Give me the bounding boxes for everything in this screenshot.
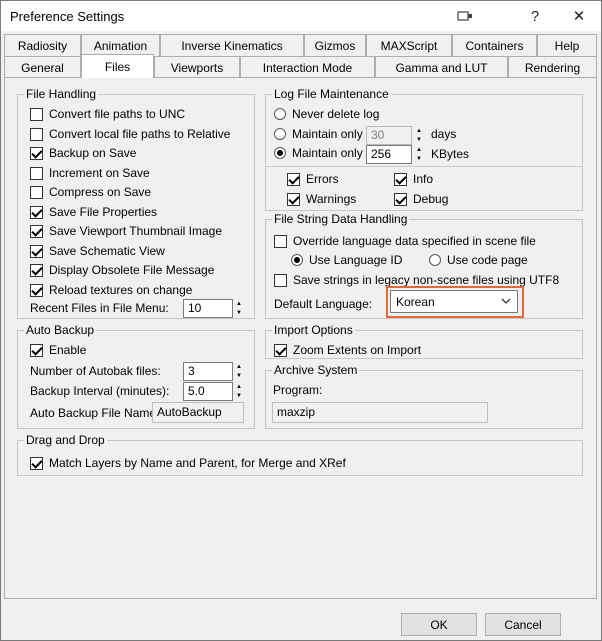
tab-rendering[interactable]: Rendering [508,56,597,78]
info-checkbox[interactable]: Info [394,172,433,186]
tab-help[interactable]: Help [537,34,597,56]
log-kbytes-spinner[interactable]: ▲ ▼ [414,145,424,164]
match-layers-checkbox[interactable]: Match Layers by Name and Parent, for Mer… [30,456,346,470]
tab-inverse-kinematics[interactable]: Inverse Kinematics [160,34,304,56]
tab-gizmos[interactable]: Gizmos [304,34,366,56]
maintain-kbytes-radio[interactable]: Maintain only [274,146,363,160]
log-separator [266,166,582,167]
zoom-extents-checkbox[interactable]: Zoom Extents on Import [274,343,421,357]
use-language-id-radio[interactable]: Use Language ID [291,253,402,267]
save-schematic-view-checkbox[interactable]: Save Schematic View [30,244,165,258]
log-file-maintenance-title: Log File Maintenance [272,87,391,101]
tab-files[interactable]: Files [81,54,154,78]
window-title: Preference Settings [10,9,125,24]
default-language-value: Korean [396,295,435,309]
tab-maxscript[interactable]: MAXScript [366,34,452,56]
backup-on-save-checkbox[interactable]: Backup on Save [30,146,136,160]
save-file-properties-checkbox[interactable]: Save File Properties [30,205,157,219]
spinner-up-icon[interactable]: ▲ [234,299,244,308]
recent-files-label: Recent Files in File Menu: [30,301,169,315]
close-icon: ✕ [572,8,586,25]
chevron-down-icon [501,298,511,304]
file-string-data-title: File String Data Handling [272,212,410,226]
override-language-checkbox[interactable]: Override language data specified in scen… [274,234,536,248]
import-options-title: Import Options [272,323,355,337]
tab-containers[interactable]: Containers [452,34,537,56]
cancel-button[interactable]: Cancel [485,613,561,636]
tab-gamma-and-lut[interactable]: Gamma and LUT [375,56,508,78]
log-days-input[interactable]: 30 [366,126,412,145]
increment-on-save-checkbox[interactable]: Increment on Save [30,166,150,180]
file-handling-title: File Handling [24,87,99,101]
enable-autobackup-checkbox[interactable]: Enable [30,343,86,357]
errors-checkbox[interactable]: Errors [287,172,339,186]
reload-textures-checkbox[interactable]: Reload textures on change [30,283,192,297]
autobak-count-label: Number of Autobak files: [30,364,161,378]
use-code-page-radio[interactable]: Use code page [429,253,528,267]
never-delete-log-radio[interactable]: Never delete log [274,107,379,121]
tab-radiosity[interactable]: Radiosity [4,34,81,56]
default-language-label: Default Language: [274,297,373,311]
compress-on-save-checkbox[interactable]: Compress on Save [30,185,151,199]
days-unit-label: days [431,127,457,141]
preference-settings-window: Preference Settings ? ✕ Radiosity Animat… [0,0,602,641]
auto-backup-title: Auto Backup [24,323,97,337]
autobak-count-input[interactable]: 3 [183,362,233,381]
tab-viewports[interactable]: Viewports [154,56,240,78]
recent-files-spinner[interactable]: ▲ ▼ [234,299,244,318]
autobackup-name-label: Auto Backup File Name: [30,406,160,420]
archive-system-title: Archive System [272,363,360,377]
restore-icon[interactable] [443,1,487,31]
log-days-spinner[interactable]: ▲ ▼ [414,126,424,145]
title-bar: Preference Settings ? ✕ [1,1,601,31]
help-button[interactable]: ? [513,1,557,31]
archive-program-input[interactable]: maxzip [272,402,488,423]
convert-unc-checkbox[interactable]: Convert file paths to UNC [30,107,185,121]
tab-animation[interactable]: Animation [81,34,160,56]
convert-relative-checkbox[interactable]: Convert local file paths to Relative [30,127,230,141]
archive-program-label: Program: [273,383,323,397]
save-utf8-checkbox[interactable]: Save strings in legacy non-scene files u… [274,273,559,287]
save-thumbnail-checkbox[interactable]: Save Viewport Thumbnail Image [30,224,222,238]
ok-button[interactable]: OK [401,613,477,636]
tab-general[interactable]: General [4,56,81,78]
backup-interval-input[interactable]: 5.0 [183,382,233,401]
default-language-dropdown[interactable]: Korean [390,290,518,313]
log-kbytes-input[interactable]: 256 [366,145,412,164]
display-obsolete-message-checkbox[interactable]: Display Obsolete File Message [30,263,214,277]
drag-and-drop-title: Drag and Drop [24,433,107,447]
tab-interaction-mode[interactable]: Interaction Mode [240,56,375,78]
debug-checkbox[interactable]: Debug [394,192,448,206]
warnings-checkbox[interactable]: Warnings [287,192,356,206]
kbytes-unit-label: KBytes [431,147,470,161]
spinner-down-icon[interactable]: ▼ [234,308,244,317]
backup-interval-spinner[interactable]: ▲ ▼ [234,382,244,401]
close-button[interactable]: ✕ [557,1,601,31]
recent-files-input[interactable]: 10 [183,299,233,318]
autobak-count-spinner[interactable]: ▲ ▼ [234,362,244,381]
backup-interval-label: Backup Interval (minutes): [30,384,170,398]
maintain-days-radio[interactable]: Maintain only [274,127,363,141]
autobackup-name-input[interactable]: AutoBackup [152,402,244,423]
